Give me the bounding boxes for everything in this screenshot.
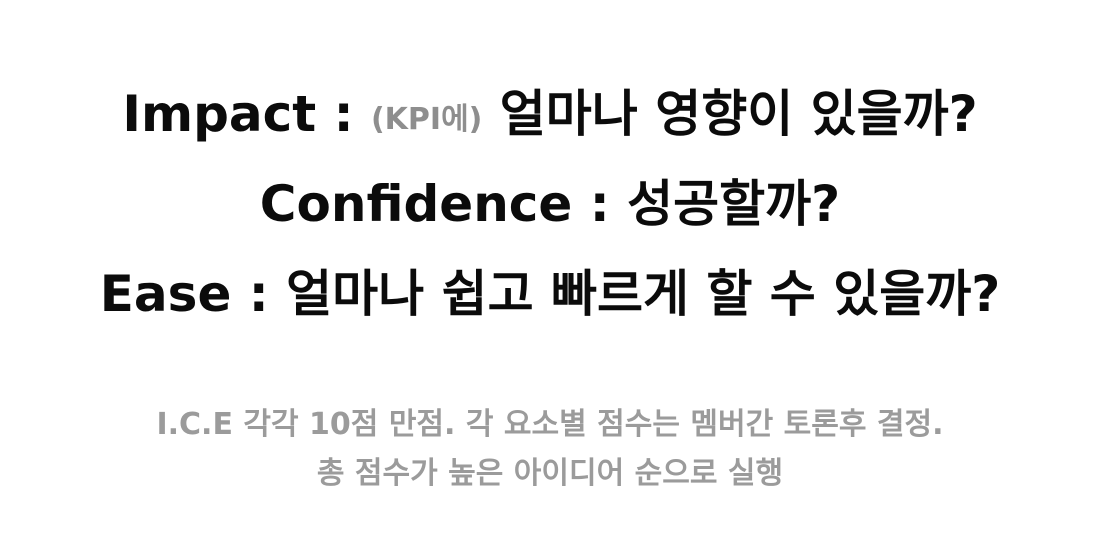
confidence-separator: : bbox=[572, 175, 628, 233]
execution-note: 총 점수가 높은 아이디어 순으로 실행 bbox=[316, 456, 784, 491]
impact-term: Impact bbox=[122, 85, 317, 143]
confidence-term: Confidence bbox=[259, 175, 573, 233]
impact-question: 얼마나 영향이 있을까? bbox=[482, 85, 978, 143]
ease-question: 얼마나 쉽고 빠르게 할 수 있을까? bbox=[286, 265, 1001, 323]
impact-kpi-note: (KPI에) bbox=[370, 102, 483, 137]
confidence-line: Confidence : 성공할까? bbox=[0, 168, 1100, 240]
scoring-note: I.C.E 각각 10점 만점. 각 요소별 점수는 멤버간 토론후 결정. bbox=[156, 407, 944, 442]
slide: Impact : (KPI에) 얼마나 영향이 있을까? Confidence … bbox=[0, 0, 1100, 540]
confidence-question: 성공할까? bbox=[627, 175, 841, 233]
impact-separator: : bbox=[316, 85, 371, 143]
impact-line: Impact : (KPI에) 얼마나 영향이 있을까? bbox=[0, 78, 1100, 156]
ease-line: Ease : 얼마나 쉽고 빠르게 할 수 있을까? bbox=[0, 258, 1100, 330]
ease-separator: : bbox=[231, 265, 287, 323]
ease-term: Ease bbox=[99, 265, 232, 323]
